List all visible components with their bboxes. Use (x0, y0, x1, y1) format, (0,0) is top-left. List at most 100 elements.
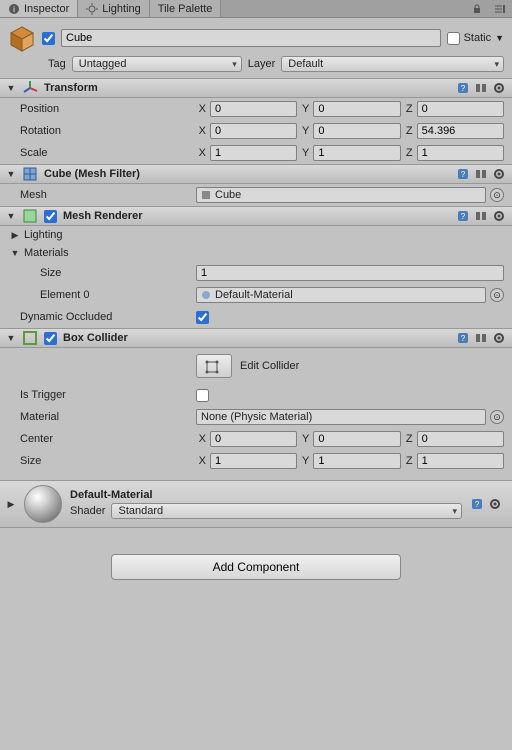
center-y-input[interactable] (313, 431, 400, 447)
preset-icon[interactable] (474, 167, 488, 181)
info-icon: i (8, 3, 20, 15)
center-label: Center (20, 433, 196, 445)
size-z-input[interactable] (417, 453, 504, 469)
tab-lighting[interactable]: Lighting (78, 0, 150, 17)
edit-collider-button[interactable] (196, 354, 232, 378)
materials-size-input[interactable] (196, 265, 504, 281)
svg-text:?: ? (475, 500, 480, 509)
scale-y-input[interactable] (313, 145, 400, 161)
layer-label: Layer (248, 58, 276, 70)
element0-object-field[interactable]: Default-Material (196, 287, 486, 303)
position-z-input[interactable] (417, 101, 504, 117)
help-icon[interactable]: ? (456, 209, 470, 223)
gear-icon[interactable] (492, 209, 506, 223)
chevron-down-icon[interactable]: ▼ (495, 33, 504, 43)
static-checkbox[interactable] (447, 32, 460, 45)
size-x-input[interactable] (210, 453, 297, 469)
gameobject-name-input[interactable] (61, 29, 441, 47)
add-component-button[interactable]: Add Component (111, 554, 401, 580)
help-icon[interactable]: ? (456, 167, 470, 181)
center-z-input[interactable] (417, 431, 504, 447)
size-y-input[interactable] (313, 453, 400, 469)
boxcollider-header[interactable]: ▼ Box Collider ? (0, 328, 512, 348)
object-picker-icon[interactable]: ⊙ (490, 288, 504, 302)
boxcollider-enabled-checkbox[interactable] (44, 332, 57, 345)
svg-text:?: ? (461, 84, 466, 93)
gear-icon[interactable] (492, 167, 506, 181)
center-x-input[interactable] (210, 431, 297, 447)
shader-label: Shader (70, 505, 105, 517)
component-title: Cube (Mesh Filter) (44, 168, 450, 180)
tab-inspector[interactable]: i Inspector (0, 0, 78, 17)
mesh-field-icon (201, 190, 211, 200)
element0-label: Element 0 (40, 289, 196, 301)
component-title: Mesh Renderer (63, 210, 450, 222)
preset-icon[interactable] (474, 81, 488, 95)
help-icon[interactable]: ? (456, 81, 470, 95)
foldout-icon[interactable]: ▼ (6, 333, 16, 343)
rotation-y-input[interactable] (313, 123, 400, 139)
rotation-x-input[interactable] (210, 123, 297, 139)
svg-text:i: i (13, 5, 15, 14)
shader-dropdown[interactable]: Standard (111, 503, 462, 519)
gear-icon[interactable] (492, 331, 506, 345)
istrigger-checkbox[interactable] (196, 389, 209, 402)
tab-label: Lighting (102, 3, 141, 15)
help-icon[interactable]: ? (456, 331, 470, 345)
preset-icon[interactable] (474, 209, 488, 223)
mesh-object-field[interactable]: Cube (196, 187, 486, 203)
position-y-input[interactable] (313, 101, 400, 117)
tab-label: Inspector (24, 3, 69, 15)
tag-dropdown[interactable]: Untagged (72, 56, 242, 72)
istrigger-label: Is Trigger (20, 389, 196, 401)
static-label: Static (464, 32, 492, 44)
physic-material-label: Material (20, 411, 196, 423)
scale-x-input[interactable] (210, 145, 297, 161)
position-x-input[interactable] (210, 101, 297, 117)
physic-material-field[interactable]: None (Physic Material) (196, 409, 486, 425)
tab-label: Tile Palette (158, 3, 213, 15)
layer-dropdown[interactable]: Default (281, 56, 504, 72)
enabled-checkbox[interactable] (42, 32, 55, 45)
lock-icon[interactable] (466, 0, 488, 17)
gameobject-header: Static ▼ (0, 18, 512, 54)
foldout-icon[interactable]: ▶ (6, 499, 16, 510)
svg-text:?: ? (461, 170, 466, 179)
help-icon[interactable]: ? (470, 497, 484, 511)
static-toggle[interactable]: Static ▼ (447, 32, 504, 45)
materials-foldout-label[interactable]: Materials (24, 247, 69, 259)
gear-icon[interactable] (492, 81, 506, 95)
collider-icon (22, 330, 38, 346)
material-preview-icon (24, 485, 62, 523)
preset-icon[interactable] (474, 331, 488, 345)
scale-label: Scale (20, 147, 196, 159)
mesh-icon (22, 166, 38, 182)
tab-tilepalette[interactable]: Tile Palette (150, 0, 222, 17)
material-field-icon (201, 290, 211, 300)
gear-icon[interactable] (488, 497, 502, 511)
sun-icon (86, 3, 98, 15)
object-picker-icon[interactable]: ⊙ (490, 188, 504, 202)
foldout-icon[interactable]: ▶ (10, 230, 20, 241)
meshrenderer-header[interactable]: ▼ Mesh Renderer ? (0, 206, 512, 226)
object-picker-icon[interactable]: ⊙ (490, 410, 504, 424)
foldout-icon[interactable]: ▼ (10, 248, 20, 258)
scale-z-input[interactable] (417, 145, 504, 161)
dynamic-occluded-label: Dynamic Occluded (20, 311, 196, 323)
dynamic-occluded-checkbox[interactable] (196, 311, 209, 324)
materials-size-label: Size (40, 267, 196, 279)
tab-bar: i Inspector Lighting Tile Palette (0, 0, 512, 18)
transform-header[interactable]: ▼ Transform ? (0, 78, 512, 98)
foldout-icon[interactable]: ▼ (6, 211, 16, 221)
material-header[interactable]: ▶ Default-Material Shader Standard ? (0, 480, 512, 528)
transform-icon (22, 80, 38, 96)
panel-menu-icon[interactable] (488, 0, 512, 17)
rotation-z-input[interactable] (417, 123, 504, 139)
lighting-foldout-label[interactable]: Lighting (24, 229, 63, 241)
tag-label: Tag (48, 58, 66, 70)
meshfilter-header[interactable]: ▼ Cube (Mesh Filter) ? (0, 164, 512, 184)
foldout-icon[interactable]: ▼ (6, 83, 16, 93)
meshrenderer-enabled-checkbox[interactable] (44, 210, 57, 223)
foldout-icon[interactable]: ▼ (6, 169, 16, 179)
mesh-label: Mesh (20, 189, 196, 201)
